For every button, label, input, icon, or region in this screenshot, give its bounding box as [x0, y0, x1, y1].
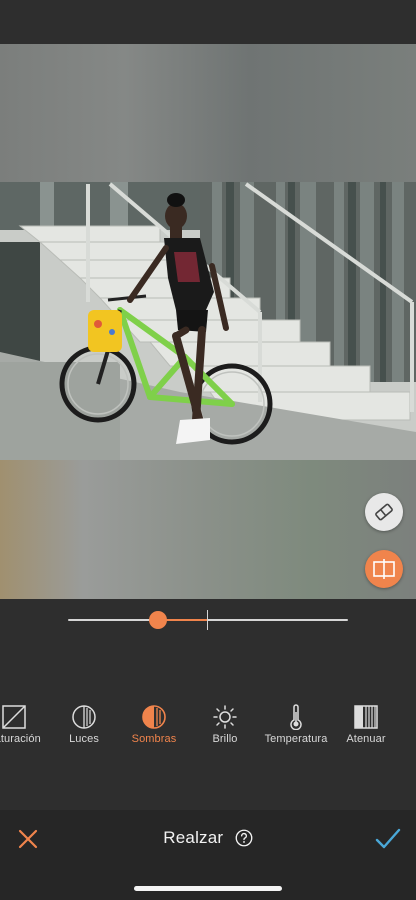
tool-shadows[interactable]: Sombras [114, 700, 194, 745]
bottom-action-bar: Realzar [0, 810, 416, 900]
eraser-icon [375, 503, 393, 521]
tool-label: Luces [69, 733, 99, 745]
slider-center-mark [207, 610, 208, 630]
tool-label: Temperatura [264, 733, 328, 745]
compare-button[interactable] [365, 550, 403, 588]
photo-image [0, 182, 416, 460]
home-indicator [134, 886, 282, 891]
compare-icon [373, 559, 395, 579]
tool-temperature[interactable]: Temperatura [256, 700, 336, 745]
tool-brightness[interactable]: Brillo [185, 700, 265, 745]
title-group: Realzar [0, 828, 416, 852]
eraser-button[interactable] [365, 493, 403, 531]
shadows-icon [142, 705, 166, 729]
tool-fade[interactable]: Atenuar [326, 700, 406, 745]
highlights-icon [72, 705, 96, 729]
adjustment-tool-strip[interactable]: Saturación Luces Sombras Br [0, 700, 416, 750]
tool-label: Atenuar [346, 733, 386, 745]
fade-icon [354, 705, 378, 729]
slider-thumb[interactable] [148, 611, 167, 629]
screen-title: Realzar [163, 828, 224, 847]
tool-label: Sombras [131, 733, 177, 745]
slider-track [68, 619, 348, 621]
saturation-icon [2, 705, 26, 729]
edited-photo[interactable] [0, 182, 416, 460]
help-icon[interactable] [235, 829, 253, 847]
intensity-slider[interactable] [68, 610, 348, 630]
thermometer-icon [290, 704, 302, 730]
tool-label: Brillo [212, 733, 238, 745]
status-bar-area [0, 0, 416, 44]
tool-highlights[interactable]: Luces [44, 700, 124, 745]
brightness-icon [213, 705, 237, 729]
checkmark-icon[interactable] [374, 826, 402, 852]
